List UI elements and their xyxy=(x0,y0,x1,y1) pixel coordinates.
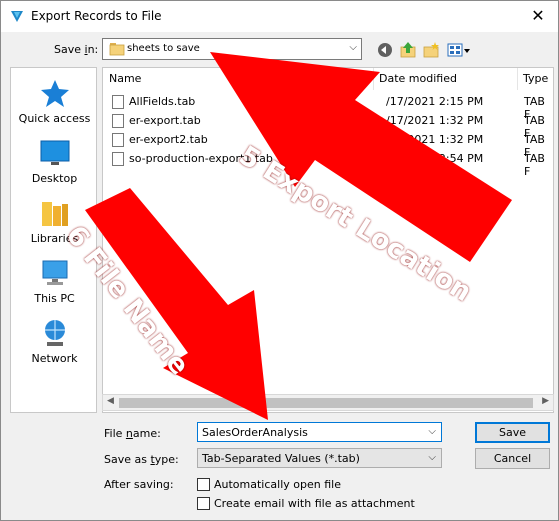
file-name-label: File name: xyxy=(104,427,161,440)
document-icon xyxy=(112,114,124,128)
file-row[interactable]: so-production-export1.tab /17/2021 2:54 … xyxy=(109,150,549,178)
title-bar: Export Records to File ✕ xyxy=(1,1,558,32)
file-name: so-production-export1.tab xyxy=(129,152,273,165)
chevron-down-icon: ⌵ xyxy=(349,42,357,53)
create-email-checkbox[interactable] xyxy=(197,497,210,510)
cancel-button[interactable]: Cancel xyxy=(475,448,550,469)
this-pc-icon xyxy=(42,260,67,285)
chevron-down-icon[interactable]: ⌵ xyxy=(428,426,436,437)
save-as-type-label: Save as type: xyxy=(104,453,179,466)
close-button[interactable]: ✕ xyxy=(524,4,552,28)
place-libraries[interactable]: Libraries xyxy=(11,198,98,245)
column-header-date[interactable]: Date modified xyxy=(379,72,457,85)
scroll-thumb[interactable] xyxy=(119,398,533,408)
document-icon xyxy=(112,95,124,109)
save-in-combobox[interactable]: sheets to save ⌵ xyxy=(102,38,362,60)
scroll-left-icon[interactable]: ◀ xyxy=(107,396,114,406)
file-name: er-export2.tab xyxy=(129,133,208,146)
new-folder-icon[interactable] xyxy=(422,41,440,59)
column-header-name[interactable]: Name xyxy=(109,72,141,85)
place-label: Network xyxy=(31,352,78,365)
file-type: TAB F xyxy=(524,152,545,178)
save-in-value: sheets to save xyxy=(127,43,200,54)
column-header-type[interactable]: Type xyxy=(523,72,548,85)
chevron-down-icon: ⌵ xyxy=(428,452,436,463)
horizontal-scrollbar[interactable]: ◀ ▶ xyxy=(102,394,554,411)
place-label: Libraries xyxy=(30,232,79,245)
back-icon[interactable] xyxy=(376,41,394,59)
column-divider[interactable] xyxy=(373,68,374,90)
file-date: /17/2021 2:15 PM xyxy=(386,95,484,108)
file-row[interactable]: AllFields.tab /17/2021 2:15 PM TAB F xyxy=(109,93,549,121)
after-saving-label: After saving: xyxy=(104,478,174,491)
save-button[interactable]: Save xyxy=(475,422,550,443)
file-name: er-export.tab xyxy=(129,114,201,127)
file-list[interactable]: Name Date modified Type AllFields.tab /1… xyxy=(102,67,554,413)
place-network[interactable]: Network xyxy=(11,318,98,365)
file-row[interactable]: er-export.tab /17/2021 1:32 PM TAB F xyxy=(109,112,549,140)
document-icon xyxy=(112,152,124,166)
scroll-right-icon[interactable]: ▶ xyxy=(542,396,549,406)
save-as-type-value: Tab-Separated Values (*.tab) xyxy=(202,452,360,465)
up-folder-icon[interactable] xyxy=(399,41,417,59)
libraries-icon xyxy=(41,202,68,226)
save-as-type-select[interactable]: Tab-Separated Values (*.tab) ⌵ xyxy=(197,448,442,468)
place-label: Quick access xyxy=(18,112,91,125)
column-divider[interactable] xyxy=(517,68,518,90)
network-icon xyxy=(44,320,65,346)
file-name: AllFields.tab xyxy=(129,95,196,108)
folder-icon xyxy=(109,43,125,56)
app-logo-icon xyxy=(11,11,23,22)
file-row[interactable]: er-export2.tab /17/2021 1:32 PM TAB F xyxy=(109,131,549,159)
quick-access-icon xyxy=(40,80,69,107)
file-name-input[interactable]: SalesOrderAnalysis ⌵ xyxy=(197,422,442,442)
create-email-label[interactable]: Create email with file as attachment xyxy=(214,497,415,510)
export-records-dialog: Export Records to File ✕ Save in: sheets… xyxy=(0,0,559,521)
desktop-icon xyxy=(40,140,69,165)
file-date: /17/2021 1:32 PM xyxy=(386,133,484,146)
file-name-value: SalesOrderAnalysis xyxy=(202,426,308,439)
view-menu-icon[interactable] xyxy=(447,41,471,59)
auto-open-checkbox[interactable] xyxy=(197,478,210,491)
place-quick-access[interactable]: Quick access xyxy=(11,78,98,125)
place-label: This PC xyxy=(34,292,75,305)
place-label: Desktop xyxy=(31,172,78,185)
dialog-title: Export Records to File xyxy=(31,9,162,23)
places-bar: Quick access Desktop Libraries This PC N… xyxy=(10,67,97,413)
save-in-label: Save in: xyxy=(54,43,99,56)
file-date: /17/2021 1:32 PM xyxy=(386,114,484,127)
place-desktop[interactable]: Desktop xyxy=(11,138,98,185)
place-this-pc[interactable]: This PC xyxy=(11,258,98,305)
file-date: /17/2021 2:54 PM xyxy=(386,152,484,165)
auto-open-label[interactable]: Automatically open file xyxy=(214,478,341,491)
document-icon xyxy=(112,133,124,147)
